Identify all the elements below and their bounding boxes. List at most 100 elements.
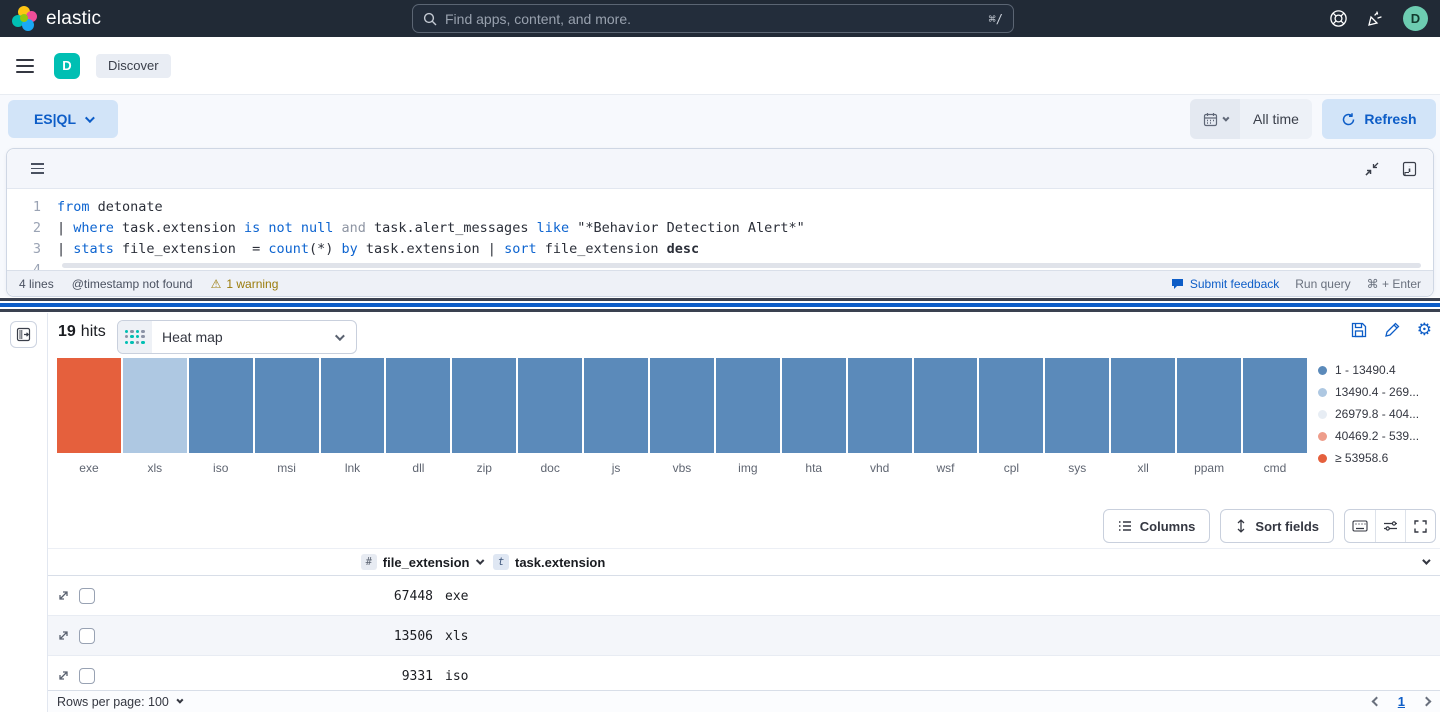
time-range-label[interactable]: All time bbox=[1240, 99, 1312, 139]
cell-task-extension[interactable]: iso bbox=[445, 656, 468, 690]
code-line[interactable]: 1from detonate bbox=[7, 197, 1433, 218]
cell-file-extension[interactable]: 67448 bbox=[100, 576, 433, 616]
legend-item[interactable]: 40469.2 - 539... bbox=[1318, 430, 1419, 442]
table-row: 67448 exe bbox=[48, 576, 1440, 616]
shrink-icon[interactable] bbox=[1364, 161, 1380, 177]
fullscreen-button[interactable] bbox=[1405, 510, 1435, 542]
help-icon[interactable] bbox=[1329, 9, 1348, 28]
chevron-down-icon bbox=[335, 331, 345, 341]
heatmap-x-label: doc bbox=[518, 461, 582, 475]
cell-task-extension[interactable]: exe bbox=[445, 576, 468, 616]
heatmap-cell-iso[interactable] bbox=[189, 358, 253, 453]
sort-fields-button[interactable]: Sort fields bbox=[1220, 509, 1334, 543]
nav-bar: D Discover bbox=[0, 37, 1440, 95]
docs-icon[interactable] bbox=[1402, 161, 1417, 177]
heatmap-cell-img[interactable] bbox=[716, 358, 780, 453]
heatmap-cell-xls[interactable] bbox=[123, 358, 187, 453]
code-line[interactable]: 3| stats file_extension = count(*) by ta… bbox=[7, 239, 1433, 260]
viz-type-label: Heat map bbox=[162, 329, 223, 345]
expand-row-icon[interactable] bbox=[57, 629, 70, 642]
display-options-button[interactable] bbox=[1375, 510, 1405, 542]
menu-icon[interactable] bbox=[16, 59, 34, 73]
legend-dot-icon bbox=[1318, 432, 1327, 441]
heatmap-cell-dll[interactable] bbox=[386, 358, 450, 453]
code-editor[interactable]: 1from detonate2| where task.extension is… bbox=[7, 189, 1433, 270]
search-shortcut: ⌘/ bbox=[989, 12, 1003, 26]
chevron-down-icon bbox=[176, 697, 183, 704]
prev-page-button[interactable] bbox=[1371, 697, 1381, 707]
heatmap-cell-lnk[interactable] bbox=[321, 358, 385, 453]
heatmap-cell-exe[interactable] bbox=[57, 358, 121, 453]
tab-discover[interactable]: Discover bbox=[96, 54, 171, 78]
gear-icon[interactable]: ⚙ bbox=[1417, 322, 1432, 338]
heatmap-cell-hta[interactable] bbox=[782, 358, 846, 453]
user-avatar[interactable]: D bbox=[1403, 6, 1428, 31]
rows-per-page[interactable]: Rows per page: 100 bbox=[57, 695, 181, 709]
heatmap-x-label: hta bbox=[782, 461, 846, 475]
chevron-down-icon bbox=[85, 113, 95, 123]
legend-dot-icon bbox=[1318, 366, 1327, 375]
row-checkbox[interactable] bbox=[79, 668, 95, 684]
edit-icon[interactable] bbox=[1384, 322, 1400, 338]
panel-resizer-handle[interactable] bbox=[0, 297, 1440, 313]
heatmap-cell-cpl[interactable] bbox=[979, 358, 1043, 453]
legend-item[interactable]: 26979.8 - 404... bbox=[1318, 408, 1419, 420]
row-checkbox[interactable] bbox=[79, 628, 95, 644]
date-picker[interactable]: All time bbox=[1190, 99, 1312, 139]
feedback-icon bbox=[1171, 278, 1184, 290]
fullscreen-icon bbox=[1414, 520, 1427, 533]
row-checkbox[interactable] bbox=[79, 588, 95, 604]
warning-label[interactable]: 1 warning bbox=[226, 277, 278, 291]
sidebar-toggle-button[interactable] bbox=[10, 321, 37, 348]
column-header-file-extension[interactable]: # file_extension bbox=[148, 554, 481, 570]
refresh-icon bbox=[1341, 112, 1356, 127]
legend-item[interactable]: ≥ 53958.6 bbox=[1318, 452, 1419, 464]
cell-file-extension[interactable]: 9331 bbox=[100, 656, 433, 690]
heatmap-cell-doc[interactable] bbox=[518, 358, 582, 453]
legend-label: ≥ 53958.6 bbox=[1335, 451, 1388, 465]
header-menu-chevron[interactable] bbox=[1422, 556, 1430, 564]
legend-item[interactable]: 13490.4 - 269... bbox=[1318, 386, 1419, 398]
editor-menu-icon[interactable] bbox=[31, 163, 44, 174]
heatmap-cell-js[interactable] bbox=[584, 358, 648, 453]
sidebar-rail bbox=[0, 313, 48, 712]
esql-mode-button[interactable]: ES|QL bbox=[8, 100, 118, 138]
heatmap-cell-msi[interactable] bbox=[255, 358, 319, 453]
global-search-input[interactable] bbox=[445, 11, 981, 27]
expand-row-icon[interactable] bbox=[57, 589, 70, 602]
visualization-selector[interactable]: Heat map bbox=[117, 320, 357, 354]
editor-footer: 4 lines @timestamp not found ⚠ 1 warning… bbox=[7, 270, 1433, 296]
space-badge[interactable]: D bbox=[54, 53, 80, 79]
save-icon[interactable] bbox=[1351, 322, 1367, 338]
heatmap-cell-wsf[interactable] bbox=[914, 358, 978, 453]
cell-task-extension[interactable]: xls bbox=[445, 616, 468, 656]
date-picker-toggle[interactable] bbox=[1190, 99, 1240, 139]
legend-label: 1 - 13490.4 bbox=[1335, 363, 1396, 377]
heatmap-cell-sys[interactable] bbox=[1045, 358, 1109, 453]
heatmap-cell-ppam[interactable] bbox=[1177, 358, 1241, 453]
heatmap-cell-zip[interactable] bbox=[452, 358, 516, 453]
expand-row-icon[interactable] bbox=[57, 669, 70, 682]
column-header-task-extension[interactable]: t task.extension bbox=[493, 554, 605, 570]
legend-item[interactable]: 1 - 13490.4 bbox=[1318, 364, 1419, 376]
heatmap-cell-vbs[interactable] bbox=[650, 358, 714, 453]
submit-feedback-link[interactable]: Submit feedback bbox=[1171, 277, 1279, 291]
keyboard-shortcuts-button[interactable] bbox=[1345, 510, 1375, 542]
heatmap-x-label: dll bbox=[386, 461, 450, 475]
refresh-button[interactable]: Refresh bbox=[1322, 99, 1436, 139]
columns-button[interactable]: Columns bbox=[1103, 509, 1211, 543]
keyboard-icon bbox=[1352, 520, 1368, 532]
heatmap-x-label: cmd bbox=[1243, 461, 1307, 475]
news-icon[interactable] bbox=[1366, 9, 1385, 28]
heatmap-cell-cmd[interactable] bbox=[1243, 358, 1307, 453]
code-line[interactable]: 2| where task.extension is not null and … bbox=[7, 218, 1433, 239]
brand[interactable]: elastic bbox=[12, 6, 101, 32]
horizontal-scrollbar[interactable] bbox=[62, 263, 1421, 268]
global-search[interactable]: ⌘/ bbox=[412, 4, 1014, 33]
brand-name: elastic bbox=[46, 8, 101, 30]
heatmap-cell-xll[interactable] bbox=[1111, 358, 1175, 453]
heatmap-cell-vhd[interactable] bbox=[848, 358, 912, 453]
cell-file-extension[interactable]: 13506 bbox=[100, 616, 433, 656]
page-number[interactable]: 1 bbox=[1398, 694, 1405, 709]
next-page-button[interactable] bbox=[1422, 697, 1432, 707]
